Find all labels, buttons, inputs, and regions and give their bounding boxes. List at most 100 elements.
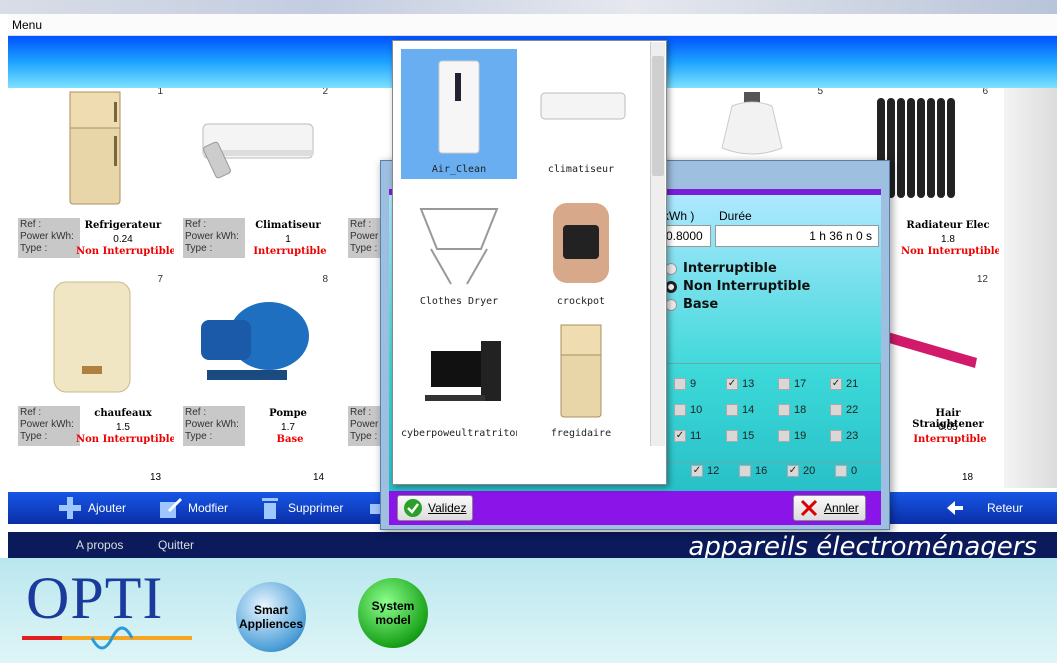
image-picker: Air_Clean climatiseur Clothes Dryer croc…: [392, 40, 667, 485]
hour-checkbox[interactable]: ✓ 13: [726, 378, 754, 390]
card-type: Base: [276, 434, 304, 445]
hour-checkbox[interactable]: ✓ 12: [691, 465, 719, 477]
checkbox-box: [674, 378, 686, 390]
cancel-button[interactable]: Annler: [793, 495, 866, 521]
checkbox-box: ✓: [691, 465, 703, 477]
delete-button[interactable]: Supprimer: [258, 492, 343, 524]
smart-appliances-button[interactable]: Smart Appliences: [236, 582, 306, 652]
fridge-image: [69, 91, 121, 205]
grid-scroll-area[interactable]: [1004, 88, 1057, 488]
hours-group: 9 ✓ 13 17 ✓ 21 10 14 18 22 ✓ 11 15 19 23: [665, 363, 881, 463]
card-number: 14: [313, 472, 325, 483]
hour-checkbox[interactable]: 9: [674, 378, 696, 390]
checkbox-box: ✓: [830, 378, 842, 390]
card-number: 2: [322, 88, 328, 97]
card-power: 1: [285, 234, 291, 245]
pump-image: [201, 302, 309, 380]
edit-label: Modfier: [188, 501, 229, 515]
checkbox-box: [726, 430, 738, 442]
logo-wave: [22, 626, 192, 650]
card-number: 18: [962, 472, 974, 483]
picker-item[interactable]: crockpot: [523, 181, 639, 311]
hour-checkbox[interactable]: 16: [739, 465, 767, 477]
hour-checkbox[interactable]: 10: [674, 404, 702, 416]
card-power: 1.5: [116, 422, 130, 433]
hour-checkbox[interactable]: 17: [778, 378, 806, 390]
picker-item[interactable]: Clothes Dryer: [401, 181, 517, 311]
hour-checkbox[interactable]: 18: [778, 404, 806, 416]
edit-icon: [160, 498, 182, 518]
checkbox-box: [835, 465, 847, 477]
hour-checkbox[interactable]: 15: [726, 430, 754, 442]
system-model-button[interactable]: System model: [358, 578, 428, 648]
checkbox-box: [739, 465, 751, 477]
hour-checkbox[interactable]: ✓ 20: [787, 465, 815, 477]
card-number: 12: [976, 274, 988, 285]
scroll-thumb[interactable]: [652, 56, 664, 176]
aircon-image: [202, 123, 314, 179]
picker-item[interactable]: Air_Clean: [401, 49, 517, 179]
card-labels: Ref : Power kWh: Type :: [18, 406, 80, 446]
menu-item[interactable]: Menu: [12, 18, 42, 32]
kwh-input[interactable]: 0.8000: [663, 225, 711, 247]
checkbox-box: ✓: [726, 378, 738, 390]
radio-base[interactable]: Base: [665, 297, 718, 312]
picker-item[interactable]: cyberpoweultratritonse: [401, 313, 517, 443]
hour-checkbox[interactable]: ✓ 21: [830, 378, 858, 390]
water-heater-image: [53, 281, 131, 393]
picker-scrollbar[interactable]: [650, 42, 665, 446]
card-number: 7: [157, 274, 163, 285]
card-type: Interruptible: [253, 246, 327, 257]
clothes-dryer-image: [419, 208, 499, 285]
hour-checkbox[interactable]: 14: [726, 404, 754, 416]
card-power: 1.7: [281, 422, 295, 433]
hour-checkbox[interactable]: 0: [835, 465, 857, 477]
about-bar: A propos Quitter appareils électroménage…: [8, 532, 1057, 562]
validate-button[interactable]: Validez: [397, 495, 474, 521]
checkbox-box: ✓: [674, 430, 686, 442]
quit-link[interactable]: Quitter: [158, 538, 194, 552]
card-number: 13: [150, 472, 162, 483]
appliance-card[interactable]: 2 Ref : Power kWh: Type : Climatiseur 1 Inter…: [173, 88, 336, 276]
plus-icon: [59, 497, 81, 519]
card-type: Non Interruptible: [901, 246, 999, 257]
back-button[interactable]: Reteur: [943, 492, 1023, 524]
computer-image: [425, 341, 501, 401]
radio-non-interruptible[interactable]: Non Interruptible: [665, 279, 810, 294]
picker-item[interactable]: fregidaire: [523, 313, 639, 443]
about-link[interactable]: A propos: [76, 538, 123, 552]
card-name: Climatiseur: [255, 220, 321, 231]
card-labels: Ref : Power kWh: Type :: [18, 218, 80, 258]
card-name: Pompe: [269, 408, 307, 419]
card-power: 0.05: [938, 422, 958, 433]
card-name: Refrigerateur: [84, 220, 162, 231]
checkbox-box: [674, 404, 686, 416]
hour-checkbox[interactable]: ✓ 11: [674, 430, 701, 442]
duration-input[interactable]: 1 h 36 n 0 s: [715, 225, 879, 247]
check-icon: [404, 499, 422, 517]
radio-interruptible[interactable]: Interruptible: [665, 261, 777, 276]
card-power: 0.24: [113, 234, 133, 245]
checkbox-box: [830, 404, 842, 416]
card-number: 1: [157, 88, 163, 97]
card-number: 8: [322, 274, 328, 285]
hour-checkbox[interactable]: 22: [830, 404, 858, 416]
hour-checkbox[interactable]: 19: [778, 430, 806, 442]
hour-checkbox[interactable]: 23: [830, 430, 858, 442]
card-type: Interruptible: [913, 434, 987, 445]
appliance-card[interactable]: 8 Ref : Power kWh: Type : Pompe 1.7 Base: [173, 274, 336, 464]
card-name: chaufeaux: [94, 408, 152, 419]
appliance-card[interactable]: 7 Ref : Power kWh: Type : chaufeaux 1.5 Non I…: [8, 274, 174, 464]
trash-icon: [262, 498, 278, 519]
logo: OPTI: [26, 565, 164, 631]
edit-button[interactable]: Modfier: [158, 492, 228, 524]
picker-item[interactable]: climatiseur: [523, 49, 639, 179]
back-label: Reteur: [987, 501, 1024, 515]
duree-label: Durée: [719, 209, 752, 223]
crockpot-image: [553, 203, 609, 283]
appliance-card[interactable]: 1 Ref : Power kWh: Type : Refrigerateur 0.24…: [8, 88, 174, 276]
card-number: 6: [982, 88, 988, 97]
checkbox-box: [726, 404, 738, 416]
add-button[interactable]: Ajouter: [58, 492, 126, 524]
checkbox-box: [778, 430, 790, 442]
